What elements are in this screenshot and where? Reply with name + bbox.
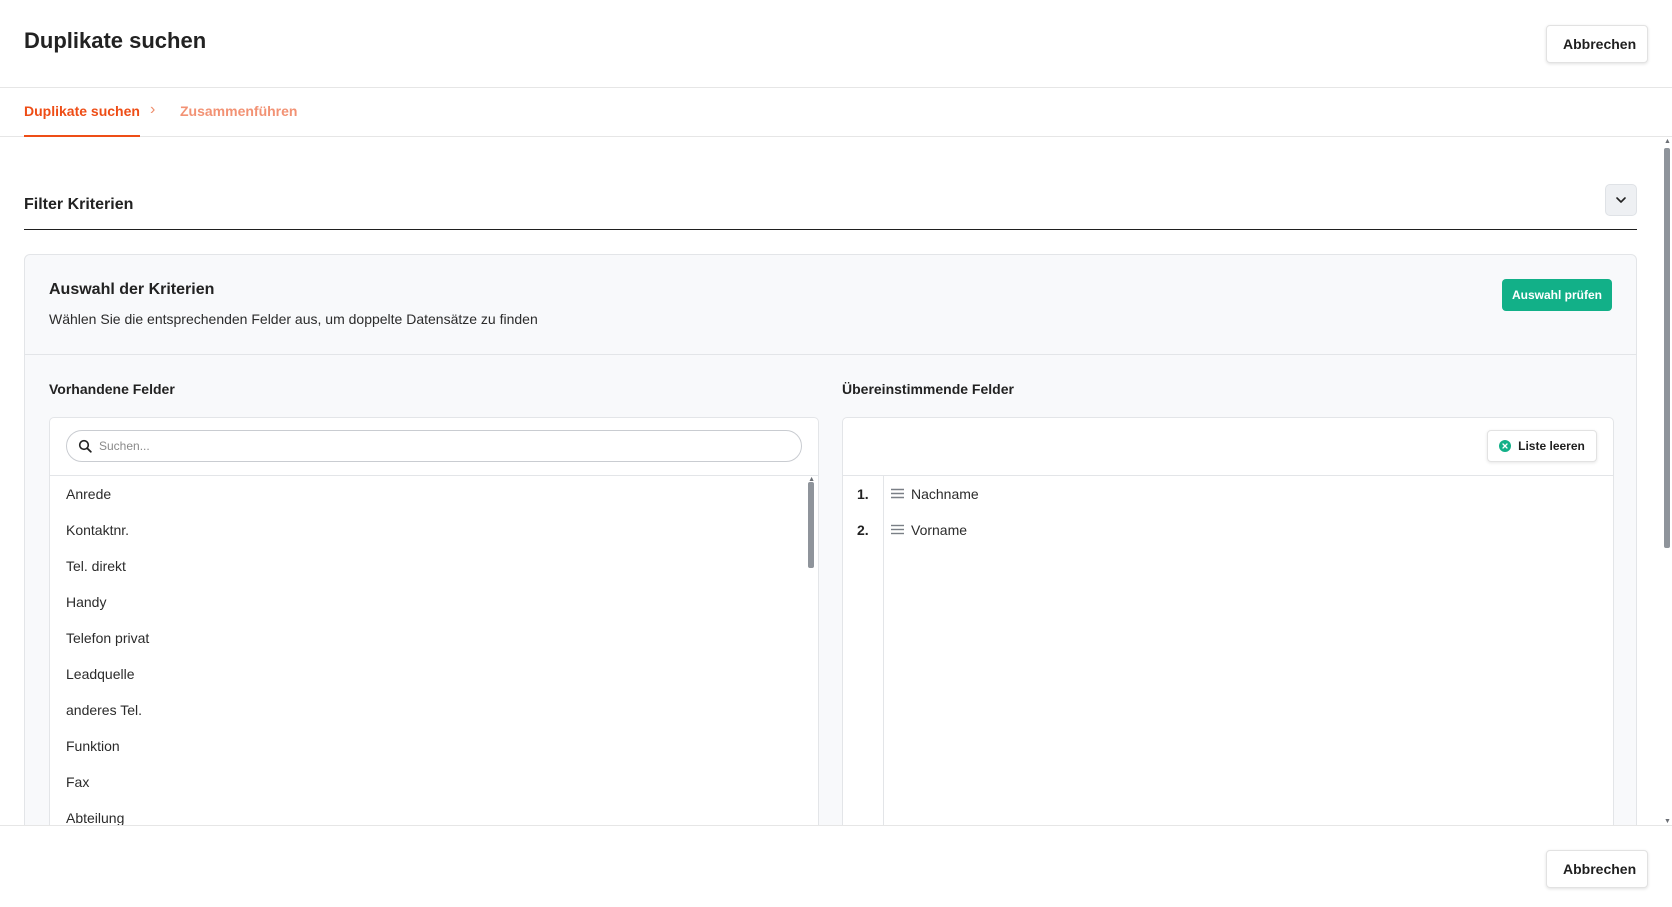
chevron-right-icon: ›	[150, 101, 156, 118]
cancel-button-bottom[interactable]: Abbrechen	[1546, 850, 1648, 888]
scroll-down-arrow-icon[interactable]: ▼	[1664, 818, 1671, 825]
available-fields-panel: Anrede Kontaktnr. Tel. direkt Handy Tele…	[49, 417, 819, 825]
scroll-up-arrow-icon[interactable]: ▲	[1664, 138, 1671, 145]
list-item[interactable]: 1. Nachname	[843, 476, 1613, 512]
wizard-stepper: Duplikate suchen › Zusammenführen	[0, 89, 1672, 137]
available-fields-list: Anrede Kontaktnr. Tel. direkt Handy Tele…	[50, 476, 802, 825]
list-item[interactable]: anderes Tel.	[50, 692, 802, 728]
drag-handle-icon[interactable]	[891, 488, 904, 499]
matching-fields-list: 1. Nachname 2. Vorname	[843, 476, 1613, 548]
list-item[interactable]: Funktion	[50, 728, 802, 764]
item-label: Vorname	[911, 522, 968, 538]
search-input[interactable]	[99, 431, 789, 461]
collapse-button[interactable]	[1605, 184, 1637, 216]
search-icon	[78, 439, 92, 453]
available-fields-label: Vorhandene Felder	[49, 381, 175, 397]
page-header: Duplikate suchen Abbrechen	[0, 0, 1672, 88]
step-duplikate-suchen[interactable]: Duplikate suchen	[24, 103, 140, 137]
list-item[interactable]: Tel. direkt	[50, 548, 802, 584]
item-label: Nachname	[911, 486, 979, 502]
criteria-title: Auswahl der Kriterien	[49, 281, 215, 298]
list-item[interactable]: 2. Vorname	[843, 512, 1613, 548]
drag-handle-icon[interactable]	[891, 524, 904, 535]
list-item[interactable]: Leadquelle	[50, 656, 802, 692]
page-scrollbar-thumb[interactable]	[1664, 148, 1670, 548]
filter-section-title: Filter Kriterien	[24, 196, 134, 213]
matching-fields-label: Übereinstimmende Felder	[842, 381, 1014, 397]
criteria-card: Auswahl der Kriterien Wählen Sie die ent…	[24, 254, 1637, 825]
filter-section-header: Filter Kriterien	[24, 182, 1637, 230]
item-number: 1.	[857, 486, 869, 502]
clear-list-button[interactable]: Liste leeren	[1487, 430, 1597, 462]
page-title: Duplikate suchen	[24, 28, 207, 53]
matching-fields-panel: Liste leeren 1. Nachname 2. Vorname	[842, 417, 1614, 825]
content-scroll-area[interactable]: Filter Kriterien Auswahl der Kriterien W…	[0, 138, 1672, 825]
list-item[interactable]: Fax	[50, 764, 802, 800]
close-circle-icon	[1499, 440, 1512, 452]
clear-list-label: Liste leeren	[1518, 439, 1585, 453]
criteria-description: Wählen Sie die entsprechenden Felder aus…	[49, 311, 538, 327]
check-selection-button[interactable]: Auswahl prüfen	[1502, 279, 1612, 311]
criteria-card-header: Auswahl der Kriterien Wählen Sie die ent…	[25, 255, 1636, 355]
list-item[interactable]: Abteilung	[50, 800, 802, 825]
chevron-down-icon	[1616, 197, 1626, 203]
item-number: 2.	[857, 522, 869, 538]
cancel-button-top[interactable]: Abbrechen	[1546, 25, 1648, 63]
list-item[interactable]: Anrede	[50, 476, 802, 512]
page-scrollbar[interactable]: ▲ ▼	[1662, 138, 1672, 825]
list-item[interactable]: Kontaktnr.	[50, 512, 802, 548]
list-scrollbar[interactable]	[808, 482, 814, 568]
search-box	[66, 430, 802, 462]
page-footer: Abbrechen	[0, 825, 1672, 907]
step-zusammenfuehren[interactable]: Zusammenführen	[180, 103, 297, 119]
list-item[interactable]: Telefon privat	[50, 620, 802, 656]
list-item[interactable]: Handy	[50, 584, 802, 620]
